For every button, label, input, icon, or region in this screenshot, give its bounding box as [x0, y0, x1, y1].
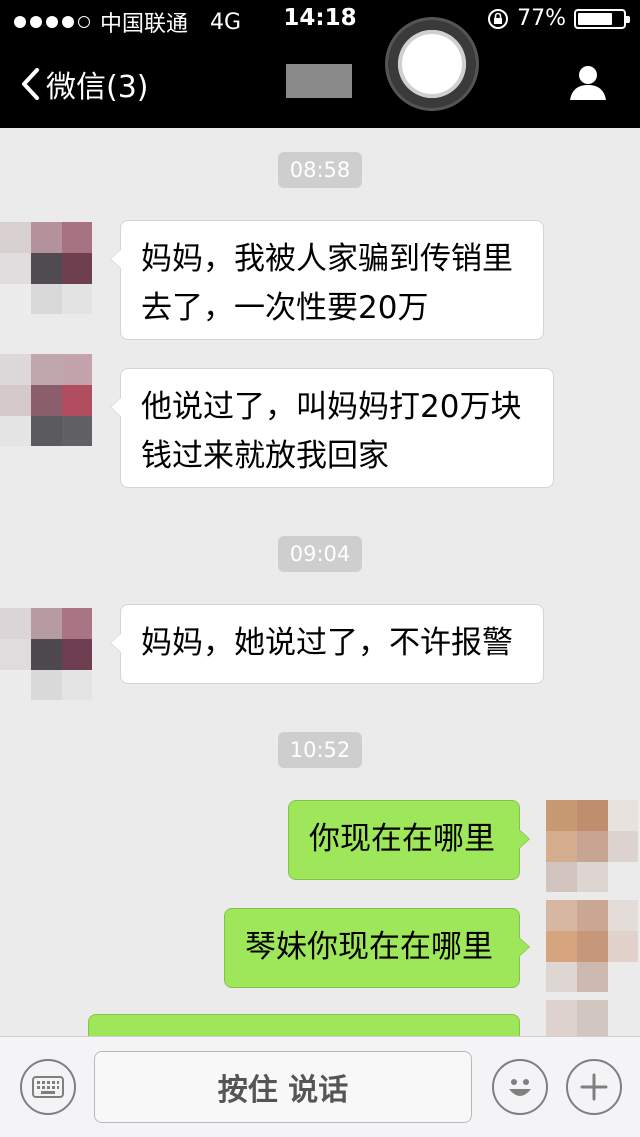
- timestamp: 10:52: [0, 732, 640, 768]
- chat-title-redacted: [286, 64, 352, 98]
- profile-icon[interactable]: [568, 64, 608, 102]
- nav-bar: 微信(3): [0, 20, 640, 128]
- timestamp-text: 08:58: [277, 152, 363, 188]
- battery-icon: [574, 8, 630, 29]
- message-line: 妈妈，我被人家骗到传销里: [141, 241, 513, 277]
- plus-icon: [580, 1073, 608, 1101]
- message-line: 钱过来就放我回家: [141, 438, 389, 474]
- message-line: 他说过了，叫妈妈打20万块: [141, 389, 522, 425]
- keyboard-toggle-button[interactable]: [20, 1059, 76, 1115]
- status-bar: 中国联通 4G 14:18 77%: [0, 0, 640, 40]
- assistive-touch-button[interactable]: [388, 20, 476, 108]
- avatar[interactable]: [0, 608, 92, 700]
- hold-to-talk-label: 按住 说话: [217, 1073, 349, 1108]
- message-line: 妈妈，她说过了，不许报警: [141, 625, 513, 661]
- received-message[interactable]: 他说过了，叫妈妈打20万块 钱过来就放我回家: [110, 368, 554, 488]
- received-message[interactable]: 妈妈，她说过了，不许报警: [110, 604, 544, 684]
- timestamp: 08:58: [0, 152, 640, 188]
- avatar[interactable]: [546, 900, 638, 992]
- more-options-button[interactable]: [566, 1059, 622, 1115]
- timestamp: 09:04: [0, 536, 640, 572]
- smiley-icon: [509, 1079, 531, 1096]
- avatar[interactable]: [0, 354, 92, 446]
- rotation-lock-icon: [488, 8, 509, 29]
- avatar[interactable]: [546, 800, 638, 892]
- message-line: 去了，一次性要20万: [141, 290, 429, 326]
- message-line: 琴妹你现在在哪里: [245, 929, 493, 965]
- input-bar: 按住 说话: [0, 1036, 640, 1137]
- timestamp-text: 10:52: [277, 732, 363, 768]
- avatar[interactable]: [546, 1000, 638, 1036]
- avatar[interactable]: [0, 222, 92, 314]
- sent-message[interactable]: 琴妹你现在在哪里: [224, 908, 530, 988]
- keyboard-icon: [32, 1076, 64, 1098]
- emoji-button[interactable]: [492, 1059, 548, 1115]
- back-button[interactable]: 微信(3): [20, 62, 149, 106]
- timestamp-text: 09:04: [277, 536, 363, 572]
- chevron-left-icon: [22, 68, 39, 100]
- sent-message[interactable]: 你现在在哪里: [288, 800, 530, 880]
- received-message[interactable]: 妈妈，我被人家骗到传销里 去了，一次性要20万: [110, 220, 544, 340]
- hold-to-talk-button[interactable]: 按住 说话: [94, 1051, 472, 1123]
- back-label: 微信(3): [46, 70, 149, 105]
- message-line: 你现在在哪里: [309, 821, 495, 857]
- battery-percent: 77%: [517, 6, 566, 31]
